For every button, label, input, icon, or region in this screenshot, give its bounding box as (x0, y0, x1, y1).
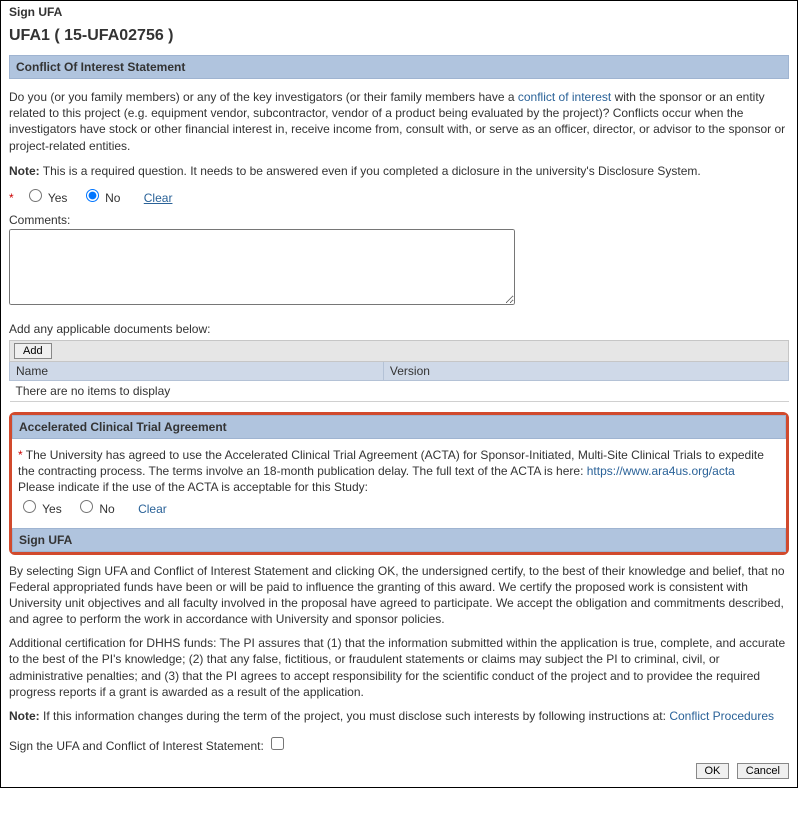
sign-note: Note: If this information changes during… (9, 708, 789, 724)
cancel-button[interactable]: Cancel (737, 763, 789, 779)
comments-textarea[interactable] (9, 229, 515, 305)
ufa-identifier: UFA1 ( 15-UFA02756 ) (9, 27, 789, 45)
coi-yes-label: Yes (48, 191, 68, 205)
acta-question: Please indicate if the use of the ACTA i… (18, 480, 368, 494)
certification-text-2: Additional certification for DHHS funds:… (9, 635, 789, 700)
acta-highlight-box: Accelerated Clinical Trial Agreement * T… (9, 412, 789, 555)
sign-checkbox-row: Sign the UFA and Conflict of Interest St… (9, 734, 789, 753)
ok-button[interactable]: OK (696, 763, 730, 779)
coi-no-label: No (105, 191, 120, 205)
add-documents-label: Add any applicable documents below: (9, 322, 789, 336)
coi-radio-row: * Yes No Clear (9, 186, 789, 205)
acta-yes-radio[interactable] (23, 500, 36, 513)
coi-note-text: This is a required question. It needs to… (40, 164, 701, 178)
coi-clear-link[interactable]: Clear (144, 191, 173, 205)
comments-label: Comments: (9, 213, 789, 227)
conflict-of-interest-link[interactable]: conflict of interest (518, 90, 611, 104)
acta-body: * The University has agreed to use the A… (12, 439, 786, 528)
coi-no-radio[interactable] (86, 189, 99, 202)
acta-section-header: Accelerated Clinical Trial Agreement (12, 415, 786, 439)
sign-ufa-page: Sign UFA UFA1 ( 15-UFA02756 ) Conflict O… (0, 0, 798, 788)
coi-description: Do you (or you family members) or any of… (9, 89, 789, 154)
acta-clear-link[interactable]: Clear (138, 502, 167, 516)
sign-checkbox-label: Sign the UFA and Conflict of Interest St… (9, 739, 267, 753)
coi-note: Note: This is a required question. It ne… (9, 164, 789, 178)
coi-section-header: Conflict Of Interest Statement (9, 55, 789, 79)
required-asterisk: * (9, 191, 14, 205)
coi-note-label: Note: (9, 164, 40, 178)
sign-ufa-checkbox[interactable] (271, 737, 284, 750)
documents-col-version: Version (383, 361, 788, 380)
coi-yes-radio[interactable] (29, 189, 42, 202)
documents-empty-row: There are no items to display (10, 380, 789, 401)
acta-no-radio[interactable] (80, 500, 93, 513)
page-title: Sign UFA (9, 5, 789, 19)
documents-table: Add Name Version There are no items to d… (9, 340, 789, 402)
certification-text-1: By selecting Sign UFA and Conflict of In… (9, 563, 789, 628)
documents-col-name: Name (10, 361, 384, 380)
acta-link[interactable]: https://www.ara4us.org/acta (587, 464, 735, 478)
sign-note-text: If this information changes during the t… (40, 709, 670, 723)
dialog-buttons: OK Cancel (9, 763, 789, 779)
documents-add-row: Add (10, 340, 789, 361)
acta-radio-row: Yes No Clear (18, 497, 780, 517)
documents-empty-text: There are no items to display (10, 380, 789, 401)
acta-yes-label: Yes (42, 502, 62, 516)
sign-ufa-section-header: Sign UFA (12, 528, 786, 552)
sign-note-label: Note: (9, 709, 40, 723)
conflict-procedures-link[interactable]: Conflict Procedures (669, 709, 774, 723)
coi-text-pre: Do you (or you family members) or any of… (9, 90, 518, 104)
acta-no-label: No (99, 502, 114, 516)
documents-header-row: Name Version (10, 361, 789, 380)
add-document-button[interactable]: Add (14, 343, 52, 359)
